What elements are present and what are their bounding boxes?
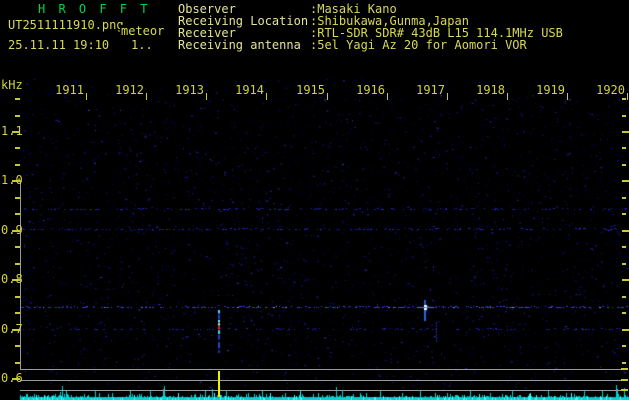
strip-right-tick-middle [621,379,628,381]
y-axis-label: 0.8 [1,273,23,285]
y-axis-tick-right [622,279,629,281]
y-axis-tick-right [622,98,626,100]
y-axis-tick-right [622,164,626,166]
y-axis-tick-right [622,296,626,298]
filename-text: UT2511111910.png [8,19,124,31]
x-axis-tick [146,93,147,100]
y-axis-tick-left [15,246,20,248]
x-axis-tick [206,93,207,100]
y-axis-tick-right [622,180,629,182]
x-axis-tick [447,93,448,100]
x-axis-label: 1920 [593,84,625,96]
strip-right-tick-bottom [621,389,628,391]
x-axis-tick [266,93,267,100]
y-axis-tick-right [622,345,626,347]
datetime-text: 25.11.11 19:10 [8,39,109,51]
y-axis-tick-left [15,312,20,314]
y-axis-tick-right [622,213,626,215]
y-axis-tick-right [622,147,626,149]
x-axis-tick [507,93,508,100]
mode-label: meteor [120,25,165,37]
y-axis-tick-left [15,362,20,364]
strip-line-top [20,369,621,370]
x-axis-label: 1912 [112,84,144,96]
y-axis-tick-right [622,263,626,265]
y-axis-label: 1.1 [1,125,23,137]
spectrogram-canvas [0,0,629,400]
y-axis-tick-left [15,164,20,166]
receiving-antenna-label: Receiving antenna [178,39,301,51]
event-marker-line [218,371,220,397]
y-axis-tick-right [622,115,626,117]
x-axis-label: 1914 [232,84,264,96]
x-axis-tick [327,93,328,100]
x-axis-tick [627,93,628,100]
x-axis-label: 1916 [353,84,385,96]
x-axis-label: 1919 [533,84,565,96]
y-axis-label: 0.7 [1,323,23,335]
counter-text: 1.. [131,39,153,51]
receiving-antenna-value: :5el Yagi Az 20 for Aomori VOR [310,39,527,51]
y-axis-tick-left [15,115,20,117]
x-axis-tick [86,93,87,100]
x-axis-label: 1917 [413,84,445,96]
y-axis-tick-left [15,213,20,215]
x-axis-tick [387,93,388,100]
y-axis-tick-right [622,197,626,199]
y-axis-tick-left [15,98,20,100]
strip-line-bottom [20,390,621,391]
strip-line-middle [20,380,621,381]
y-axis-label: 1.0 [1,174,23,186]
y-axis-label: 0.9 [1,224,23,236]
y-axis-tick-left [15,296,20,298]
x-axis-label: 1918 [473,84,505,96]
x-axis-tick [567,93,568,100]
y-axis-tick-left [15,197,20,199]
y-axis-label: 0.6 [1,372,23,384]
y-axis-tick-right [622,246,626,248]
app-title: H R O F F T [38,3,150,15]
x-axis-label: 1911 [52,84,84,96]
x-axis-label: 1913 [172,84,204,96]
y-axis-tick-right [622,329,629,331]
y-axis-tick-right [622,312,626,314]
y-axis-unit: kHz [1,79,23,91]
strip-right-tick-top [621,368,628,370]
y-axis-tick-right [622,230,629,232]
y-axis-tick-left [15,263,20,265]
y-axis-tick-right [622,362,626,364]
y-axis-tick-left [15,345,20,347]
hrofft-screen: H R O F F T UT2511111910.png meteor 25.1… [0,0,629,400]
y-axis-tick-right [622,131,629,133]
y-axis-tick-left [15,147,20,149]
x-axis-label: 1915 [293,84,325,96]
